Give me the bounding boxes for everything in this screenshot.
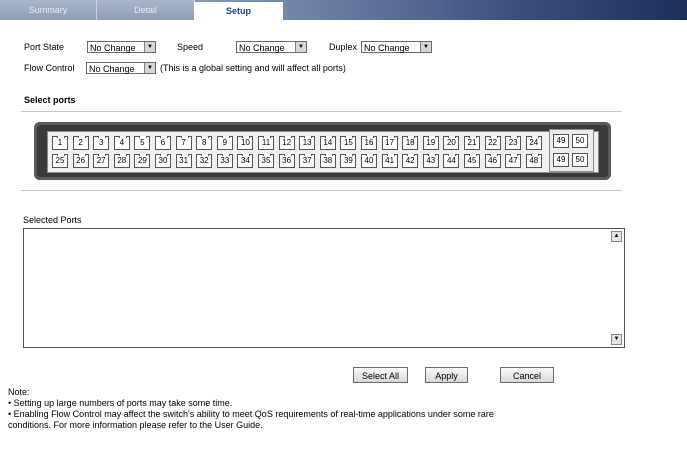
note-line: conditions. For more information please … (8, 420, 263, 430)
port-42-checkbox[interactable]: 42 (402, 154, 419, 168)
port-4-checkbox[interactable]: 4 (113, 136, 130, 150)
port-3-checkbox[interactable]: 3 (93, 136, 110, 150)
tab-bar: Summary Detail Setup (0, 0, 687, 20)
port-7-checkbox[interactable]: 7 (175, 136, 192, 150)
port-2-checkbox[interactable]: 2 (72, 136, 89, 150)
uplink-port-group: 49 50 49 50 (549, 129, 594, 172)
tab-detail[interactable]: Detail (97, 0, 195, 20)
port-21-checkbox[interactable]: 21 (464, 136, 480, 150)
flow-control-select[interactable]: No Change ▼ (86, 62, 156, 74)
port-37-checkbox[interactable]: 37 (299, 154, 316, 168)
select-all-button[interactable]: Select All (353, 367, 408, 383)
port-46-checkbox[interactable]: 46 (484, 154, 501, 168)
chevron-down-icon: ▼ (144, 63, 155, 73)
chevron-down-icon: ▼ (420, 42, 431, 52)
port-12-checkbox[interactable]: 12 (278, 136, 295, 150)
port-47-checkbox[interactable]: 47 (505, 154, 522, 168)
chevron-down-icon: ▼ (295, 42, 306, 52)
port-15-checkbox[interactable]: 15 (340, 136, 357, 150)
speed-label: Speed (177, 42, 204, 52)
port-state-select[interactable]: No Change ▼ (87, 41, 156, 53)
divider (21, 111, 622, 112)
port-33-checkbox[interactable]: 33 (216, 154, 233, 168)
flow-control-value: No Change (89, 64, 135, 74)
speed-select[interactable]: No Change ▼ (236, 41, 307, 53)
port-5-checkbox[interactable]: 5 (134, 136, 151, 150)
port-16-checkbox[interactable]: 16 (361, 136, 377, 150)
port-44-checkbox[interactable]: 44 (443, 154, 460, 168)
port-28-checkbox[interactable]: 28 (113, 154, 130, 168)
port-10-checkbox[interactable]: 10 (237, 136, 254, 150)
port-23-checkbox[interactable]: 23 (505, 136, 522, 150)
port-45-checkbox[interactable]: 45 (464, 154, 480, 168)
port-19-checkbox[interactable]: 19 (422, 136, 439, 150)
port-20-checkbox[interactable]: 20 (443, 136, 460, 150)
port-22-checkbox[interactable]: 22 (484, 136, 501, 150)
port-14-checkbox[interactable]: 14 (319, 136, 336, 150)
scroll-up-icon[interactable]: ▲ (611, 231, 622, 242)
port-32-checkbox[interactable]: 32 (196, 154, 213, 168)
cancel-button[interactable]: Cancel (500, 367, 554, 383)
port-1-checkbox[interactable]: 1 (52, 136, 68, 150)
port-18-checkbox[interactable]: 18 (402, 136, 419, 150)
port-50-checkbox[interactable]: 50 (572, 153, 588, 167)
port-40-checkbox[interactable]: 40 (361, 154, 377, 168)
scrollbar[interactable]: ▲ ▼ (611, 229, 622, 347)
port-41-checkbox[interactable]: 41 (381, 154, 398, 168)
switch-panel: 1 2 3 4 5 6 7 8 9 10 11 12 13 14 15 16 17 18 19 20 21 22 23 24 2… (34, 122, 611, 180)
port-49-checkbox[interactable]: 49 (553, 153, 569, 167)
speed-value: No Change (239, 43, 285, 53)
port-24-checkbox[interactable]: 24 (525, 136, 542, 150)
tab-setup[interactable]: Setup (194, 2, 283, 20)
port-39-checkbox[interactable]: 39 (340, 154, 357, 168)
port-grid: 1 2 3 4 5 6 7 8 9 10 11 12 13 14 15 16 17 18 19 20 21 22 23 24 2… (47, 131, 599, 173)
port-6-checkbox[interactable]: 6 (155, 136, 171, 150)
chevron-down-icon: ▼ (144, 42, 155, 52)
note-line: • Setting up large numbers of ports may … (8, 398, 233, 408)
port-34-checkbox[interactable]: 34 (237, 154, 254, 168)
note-line: • Enabling Flow Control may affect the s… (8, 409, 494, 419)
note-title: Note: (8, 387, 30, 397)
apply-button[interactable]: Apply (425, 367, 468, 383)
port-36-checkbox[interactable]: 36 (278, 154, 295, 168)
selected-ports-label: Selected Ports (23, 215, 82, 225)
port-25-checkbox[interactable]: 25 (52, 154, 68, 168)
port-43-checkbox[interactable]: 43 (422, 154, 439, 168)
port-35-checkbox[interactable]: 35 (258, 154, 274, 168)
select-ports-heading: Select ports (24, 95, 76, 105)
port-26-checkbox[interactable]: 26 (72, 154, 89, 168)
duplex-value: No Change (364, 43, 410, 53)
divider (21, 190, 622, 191)
flow-control-note: (This is a global setting and will affec… (160, 63, 346, 73)
port-38-checkbox[interactable]: 38 (319, 154, 336, 168)
port-13-checkbox[interactable]: 13 (299, 136, 316, 150)
port-state-label: Port State (24, 42, 65, 52)
flow-control-label: Flow Control (24, 63, 75, 73)
port-48-checkbox[interactable]: 48 (525, 154, 542, 168)
port-50-checkbox[interactable]: 50 (572, 134, 588, 148)
scroll-down-icon[interactable]: ▼ (611, 334, 622, 345)
duplex-label: Duplex (329, 42, 358, 52)
port-49-checkbox[interactable]: 49 (553, 134, 569, 148)
port-17-checkbox[interactable]: 17 (381, 136, 398, 150)
tab-summary[interactable]: Summary (0, 0, 97, 20)
port-29-checkbox[interactable]: 29 (134, 154, 151, 168)
port-30-checkbox[interactable]: 30 (155, 154, 171, 168)
duplex-select[interactable]: No Change ▼ (361, 41, 432, 53)
port-11-checkbox[interactable]: 11 (258, 136, 274, 150)
port-state-value: No Change (90, 43, 136, 53)
selected-ports-textarea[interactable]: ▲ ▼ (23, 228, 625, 348)
port-8-checkbox[interactable]: 8 (196, 136, 213, 150)
port-27-checkbox[interactable]: 27 (93, 154, 110, 168)
port-31-checkbox[interactable]: 31 (175, 154, 192, 168)
port-9-checkbox[interactable]: 9 (216, 136, 233, 150)
